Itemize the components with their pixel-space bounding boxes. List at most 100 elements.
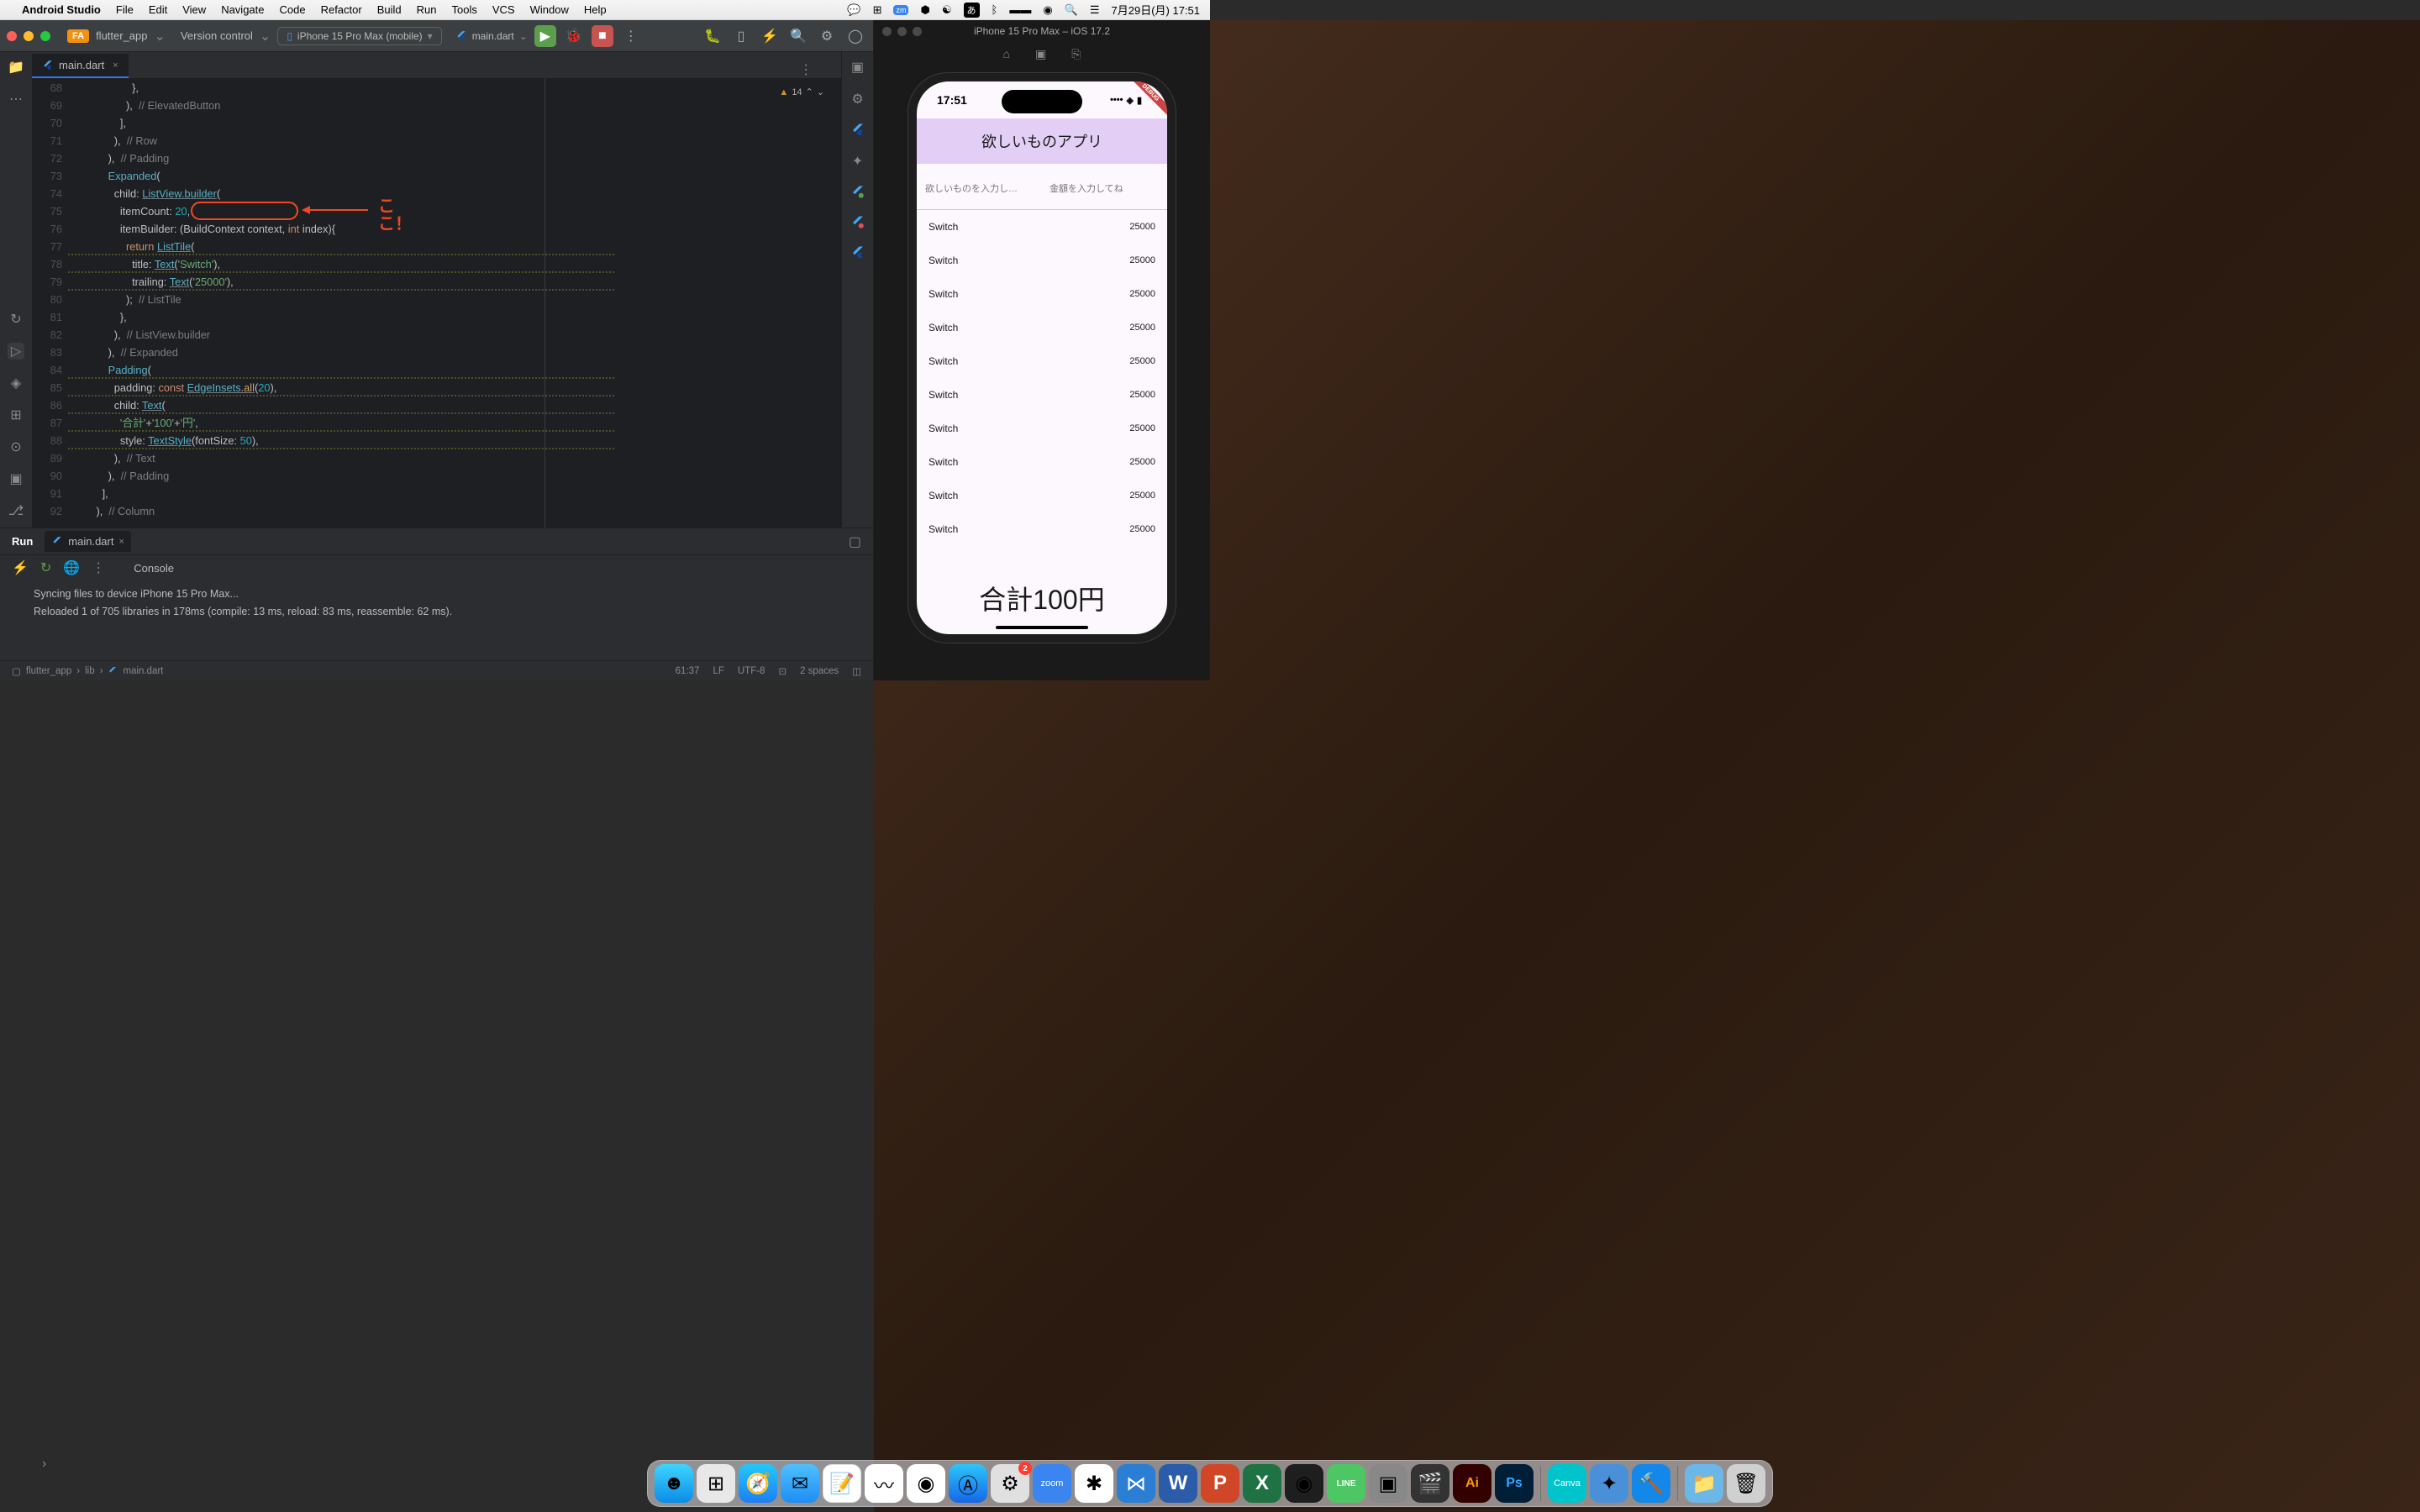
close-tab-icon[interactable]: × (118, 537, 124, 547)
dock-powerpoint[interactable]: P (1201, 1464, 1239, 1503)
list-item[interactable]: Switch25000 (917, 344, 1167, 378)
list-item[interactable]: Switch25000 (917, 479, 1167, 512)
screenshot-button[interactable]: ▣ (1035, 47, 1046, 61)
ai-tool-icon[interactable]: ✦ (850, 153, 866, 170)
flutter-inspector-icon[interactable] (850, 123, 865, 138)
terminal-tool-icon[interactable]: ▣ (8, 470, 24, 487)
bluetooth-icon[interactable]: ᛒ (992, 3, 998, 16)
maximize-window-button[interactable] (40, 31, 50, 41)
console-more-icon[interactable]: ⋮ (92, 559, 105, 576)
control-center-icon[interactable]: ☰ (1090, 3, 1100, 17)
project-tool-icon[interactable]: 📁 (8, 59, 24, 76)
db-status-icon[interactable]: ⊞ (873, 3, 882, 17)
indent-setting[interactable]: 2 spaces (800, 666, 839, 676)
menu-refactor[interactable]: Refactor (321, 3, 362, 16)
stop-button[interactable]: ■ (592, 25, 613, 47)
sim-minimize-button[interactable] (897, 27, 907, 36)
profile-icon[interactable]: ◯ (844, 25, 866, 47)
dock-excel[interactable]: X (1243, 1464, 1281, 1503)
hot-restart-button[interactable]: ↻ (40, 559, 51, 576)
menu-view[interactable]: View (182, 3, 206, 16)
breadcrumb-item[interactable]: main.dart (123, 666, 163, 676)
list-item[interactable]: Switch25000 (917, 244, 1167, 277)
layout-icon[interactable]: ▢ (849, 533, 861, 550)
settings-icon[interactable]: ⚙ (816, 25, 838, 47)
menu-run[interactable]: Run (417, 3, 437, 16)
list-item[interactable]: Switch25000 (917, 311, 1167, 344)
clock[interactable]: 7月29日(月) 17:51 (1112, 2, 1201, 18)
battery-icon[interactable]: ▬▬ (1009, 3, 1031, 16)
input-source-icon[interactable]: あ (964, 3, 980, 18)
dock-illustrator[interactable]: Ai (1453, 1464, 1491, 1503)
code-content[interactable]: }, ), // ElevatedButton ], ), // Row ), … (72, 79, 841, 528)
console-output[interactable]: Syncing files to device iPhone 15 Pro Ma… (0, 580, 873, 660)
dock-freeform[interactable]: 〰 (865, 1464, 903, 1503)
problems-tool-icon[interactable]: ⊙ (8, 438, 24, 455)
dock-chrome[interactable]: ◉ (907, 1464, 945, 1503)
run-button[interactable]: ▶ (534, 25, 556, 47)
flutter-tool-icon[interactable]: ◈ (8, 375, 24, 391)
line-ending[interactable]: LF (713, 666, 723, 676)
run-tool-icon[interactable]: ▷ (8, 343, 24, 360)
save-button[interactable]: ⎘ (1071, 47, 1081, 61)
list-item[interactable]: Switch25000 (917, 210, 1167, 244)
dock-zoom[interactable]: zoom (1033, 1464, 1071, 1503)
menu-help[interactable]: Help (584, 3, 607, 16)
dock-app[interactable]: ▣ (1369, 1464, 1407, 1503)
menu-code[interactable]: Code (280, 3, 306, 16)
dock-finalcut[interactable]: 🎬 (1411, 1464, 1449, 1503)
wishlist[interactable]: Switch25000 Switch25000 Switch25000 Swit… (917, 210, 1167, 569)
dock-xcode[interactable]: 🔨 (1632, 1464, 1670, 1503)
more-actions-button[interactable]: ⋮ (620, 25, 642, 47)
version-control-dropdown[interactable]: Version control (181, 29, 253, 42)
collab-icon[interactable]: ⚙ (850, 91, 866, 108)
list-item[interactable]: Switch25000 (917, 445, 1167, 479)
cursor-position[interactable]: 61:37 (676, 666, 700, 676)
dock-settings[interactable]: ⚙2 (991, 1464, 1029, 1503)
item-name-input[interactable] (925, 179, 1044, 199)
close-tab-icon[interactable]: × (113, 60, 118, 71)
structure-tool-icon[interactable]: ⊞ (8, 407, 24, 423)
hot-reload-button[interactable]: ⚡ (12, 559, 29, 576)
sim-maximize-button[interactable] (913, 27, 922, 36)
dock-app[interactable]: ✦ (1590, 1464, 1628, 1503)
menu-file[interactable]: File (116, 3, 134, 16)
dock-launchpad[interactable]: ⊞ (697, 1464, 735, 1503)
run-tab[interactable]: Run (12, 535, 33, 548)
flutter-dev-icon[interactable] (850, 245, 865, 260)
dock-line[interactable]: LINE (1327, 1464, 1365, 1503)
menu-window[interactable]: Window (530, 3, 569, 16)
dock-finder[interactable]: ☻ (655, 1464, 693, 1503)
breadcrumb-item[interactable]: flutter_app (26, 666, 71, 676)
dock-vscode[interactable]: ⋈ (1117, 1464, 1155, 1503)
item-price-input[interactable] (1050, 179, 1167, 199)
project-name[interactable]: flutter_app (96, 29, 147, 42)
flutter-perf-icon[interactable] (850, 215, 865, 230)
phone-screen[interactable]: DEBUG 17:51 •••• ◈ ▮ 欲しいものアプリ 保存 (917, 81, 1167, 634)
close-window-button[interactable] (7, 31, 17, 41)
flutter-outline-icon[interactable] (850, 185, 865, 200)
device-selector[interactable]: ▯ iPhone 15 Pro Max (mobile) ▾ (277, 27, 441, 45)
code-editor[interactable]: ▲ 14 ⌃ ⌄ 686970 717273 747576 777879 808… (32, 79, 841, 528)
zoom-status-icon[interactable]: zm (893, 5, 908, 15)
dock-notes[interactable]: 📝 (823, 1464, 861, 1503)
readonly-icon[interactable]: ⊡ (778, 665, 786, 677)
hot-reload-icon[interactable]: ⚡ (759, 25, 781, 47)
sim-close-button[interactable] (882, 27, 892, 36)
editor-tab-main[interactable]: main.dart × (32, 54, 129, 78)
menu-edit[interactable]: Edit (149, 3, 167, 16)
menu-tools[interactable]: Tools (452, 3, 477, 16)
dock-safari[interactable]: 🧭 (739, 1464, 777, 1503)
sync-tool-icon[interactable]: ↻ (8, 311, 24, 328)
console-file-tab[interactable]: main.dart × (45, 531, 131, 552)
minimize-window-button[interactable] (24, 31, 34, 41)
dock-trash[interactable]: 🗑 (1727, 1464, 1765, 1503)
menu-build[interactable]: Build (377, 3, 402, 16)
sync-status-icon[interactable]: ☯ (942, 3, 952, 17)
dock-word[interactable]: W (1159, 1464, 1197, 1503)
dock-figma[interactable]: ◉ (1285, 1464, 1323, 1503)
spotlight-icon[interactable]: 🔍 (1065, 3, 1078, 17)
home-indicator[interactable] (996, 626, 1088, 629)
dock-canva[interactable]: Canva (1548, 1464, 1586, 1503)
device-mgr-icon[interactable]: ▣ (850, 59, 866, 76)
